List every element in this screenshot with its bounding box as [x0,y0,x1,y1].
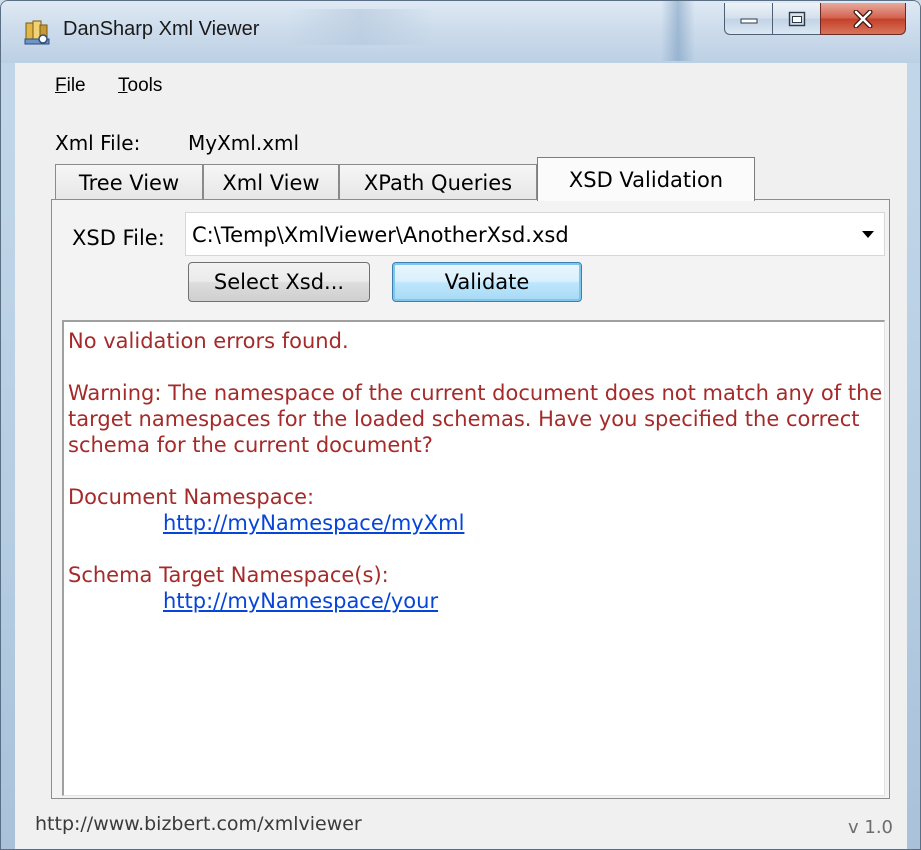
tab-xpath-queries[interactable]: XPath Queries [339,164,537,200]
title-bar[interactable]: DanSharp Xml Viewer [1,1,920,63]
validation-output[interactable]: No validation errors found. Warning: The… [62,320,885,796]
xml-viewer-app-icon[interactable] [23,19,51,47]
schema-namespace-link[interactable]: http://myNamespace/your [68,588,884,614]
xsd-file-value: C:\Temp\XmlViewer\AnotherXsd.xsd [192,223,569,247]
menu-tools[interactable]: Tools [118,75,162,97]
select-xsd-button[interactable]: Select Xsd... [188,262,370,302]
version-label: v 1.0 [848,817,893,838]
close-button[interactable] [820,3,906,35]
document-namespace-label: Document Namespace: [68,485,315,509]
maximize-button[interactable] [772,3,820,35]
xsd-file-label: XSD File: [72,226,165,250]
validation-result-text: No validation errors found. [68,329,349,353]
schema-namespace-label: Schema Target Namespace(s): [68,563,389,587]
validate-button[interactable]: Validate [392,262,582,302]
status-bar: http://www.bizbert.com/xmlviewer v 1.0 [15,809,907,849]
app-window: DanSharp Xml Viewer File Tools Xml File:… [0,0,921,850]
xml-file-value: MyXml.xml [188,131,300,155]
caption-buttons [724,3,906,37]
tab-xml-view[interactable]: Xml View [203,164,339,200]
window-title: DanSharp Xml Viewer [63,18,260,40]
maximize-icon [788,11,805,26]
xsd-file-combobox[interactable]: C:\Temp\XmlViewer\AnotherXsd.xsd [185,212,885,256]
dropdown-arrow-icon[interactable] [862,231,874,238]
xsd-validation-panel: XSD File: C:\Temp\XmlViewer\AnotherXsd.x… [51,199,890,799]
document-namespace-link[interactable]: http://myNamespace/myXml [68,510,884,536]
minimize-icon [740,18,757,23]
namespace-warning-text: Warning: The namespace of the current do… [68,381,883,457]
tab-tree-view[interactable]: Tree View [55,164,203,200]
minimize-button[interactable] [724,3,772,35]
xml-file-label: Xml File: [55,131,141,155]
status-url: http://www.bizbert.com/xmlviewer [35,813,362,835]
menu-file[interactable]: File [55,75,86,97]
tab-xsd-validation[interactable]: XSD Validation [537,157,755,201]
client-area: File Tools Xml File: MyXml.xml Tree View… [15,63,907,849]
menu-bar: File Tools [15,63,907,107]
close-icon [853,9,873,28]
